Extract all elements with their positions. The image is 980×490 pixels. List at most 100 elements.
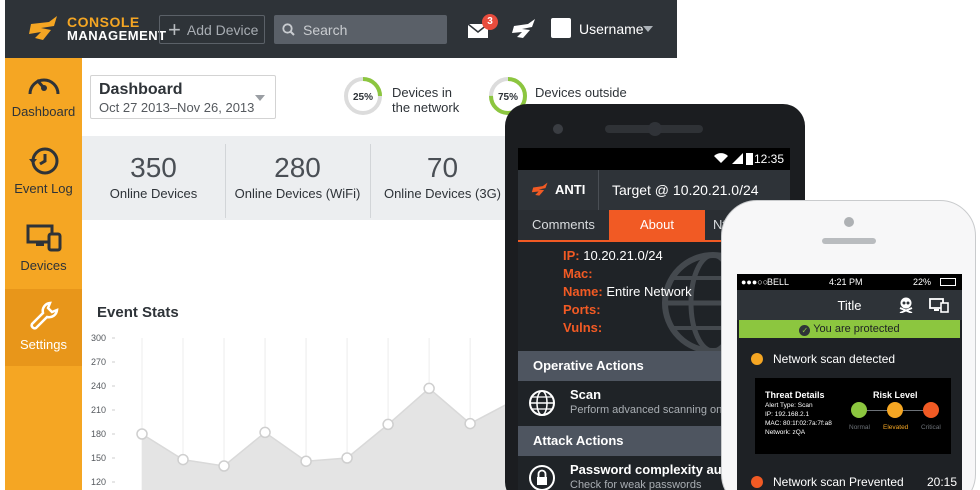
risk-normal-dot	[851, 402, 867, 418]
stat-online-3g: 70 Online Devices (3G)	[370, 136, 515, 220]
carrier-label: BELL	[767, 277, 790, 287]
threat-mac: MAC: 80:1f:02:7a:7f:a8	[765, 420, 832, 427]
detail-value: 10.20.21.0/24	[583, 248, 663, 263]
stat-label: Online Devices (WiFi)	[234, 186, 361, 201]
data-point[interactable]	[218, 460, 230, 472]
devices-icon[interactable]	[929, 298, 949, 313]
search-placeholder: Search	[303, 21, 348, 38]
ring2-caption: Devices outside	[535, 85, 627, 100]
detail-mac: Mac:	[563, 266, 593, 281]
dashboard-date-select[interactable]: Dashboard Oct 27 2013–Nov 26, 2013	[90, 75, 276, 119]
logo-line2: MANAGEMENT	[67, 28, 167, 43]
y-tick-label: 180	[91, 429, 106, 439]
stat-online-wifi: 280 Online Devices (WiFi)	[225, 136, 370, 220]
tab-comments[interactable]: Comments	[532, 210, 595, 240]
y-tick-label: 240	[91, 381, 106, 391]
bird-icon[interactable]	[511, 18, 537, 40]
ring-devices-in: 25%	[344, 77, 382, 115]
detail-name: Name: Entire Network	[563, 284, 692, 299]
sidebar-item-label: Event Log	[14, 181, 73, 196]
signal-dots: ●●●○○	[741, 277, 769, 287]
add-device-button[interactable]: + Add Device	[159, 15, 265, 44]
iphone-clock: 4:21 PM	[829, 277, 863, 287]
history-icon	[28, 147, 58, 175]
stat-value: 70	[426, 152, 459, 183]
ring1-line1: Devices in	[392, 85, 452, 100]
detail-key: Name:	[563, 284, 603, 299]
alert-time: 20:15	[927, 475, 958, 489]
threat-type: Alert Type: Scan	[765, 402, 813, 409]
android-status-bar: 12:35	[518, 148, 790, 170]
sidebar-item-dashboard[interactable]: Dashboard	[5, 58, 82, 135]
avatar[interactable]	[551, 18, 571, 38]
data-point[interactable]	[177, 453, 189, 466]
date-range: Oct 27 2013–Nov 26, 2013	[99, 100, 255, 115]
risk-level-title: Risk Level	[873, 390, 918, 400]
phone-camera	[648, 122, 662, 136]
data-point[interactable]	[423, 382, 435, 395]
battery-icon	[746, 153, 753, 165]
data-point[interactable]	[382, 418, 394, 431]
skull-icon[interactable]	[899, 297, 913, 313]
detail-ports: Ports:	[563, 302, 601, 317]
risk-critical-dot	[923, 402, 939, 418]
stat-value: 350	[130, 152, 177, 183]
ring1-line2: the network	[392, 100, 460, 115]
alert-text: Network scan Prevented	[773, 475, 904, 489]
action-subtitle: Check for weak passwords	[570, 479, 702, 490]
chevron-down-icon[interactable]	[643, 26, 653, 32]
iphone-screen: ●●●○○ BELL 4:21 PM 22% Title ✓ You are p…	[737, 274, 962, 490]
risk-elevated-label: Elevated	[883, 424, 909, 431]
protection-status-text: You are protected	[813, 323, 900, 335]
detail-vulns: Vulns:	[563, 320, 602, 335]
threat-details-title: Threat Details	[765, 390, 825, 400]
data-point[interactable]	[341, 452, 353, 464]
risk-critical-label: Critical	[921, 424, 941, 431]
detail-key: Mac:	[563, 266, 593, 281]
username-label[interactable]: Username	[579, 21, 644, 37]
app-logo[interactable]: CONSOLE MANAGEMENT	[27, 14, 167, 44]
android-clock: 12:35	[753, 152, 784, 166]
detail-key: Vulns:	[563, 320, 603, 335]
detail-key: Ports:	[563, 302, 601, 317]
sidebar-item-devices[interactable]: Devices	[5, 212, 82, 289]
sidebar-item-label: Settings	[20, 337, 67, 352]
check-circle-icon: ✓	[799, 325, 811, 336]
chevron-down-icon	[255, 95, 265, 101]
bird-logo-icon	[531, 182, 548, 196]
alert-text: Network scan detected	[773, 352, 896, 366]
sidebar-item-event-log[interactable]: Event Log	[5, 135, 82, 212]
threat-network: Network: zQA	[765, 429, 806, 436]
tab-about[interactable]: About	[609, 210, 705, 240]
risk-elevated-dot	[887, 402, 903, 418]
stat-value: 280	[274, 152, 321, 183]
plus-icon: +	[168, 16, 181, 42]
protection-status-banner: ✓ You are protected	[739, 320, 960, 338]
bird-logo-icon	[29, 16, 57, 40]
top-navbar: CONSOLE MANAGEMENT + Add Device Search 3	[5, 0, 677, 58]
data-point[interactable]	[464, 417, 476, 430]
data-point[interactable]	[136, 428, 148, 440]
anti-brand-text: ANTI	[555, 182, 586, 197]
risk-normal-label: Normal	[849, 424, 870, 431]
search-input[interactable]: Search	[274, 15, 447, 44]
iphone-status-bar: ●●●○○ BELL 4:21 PM 22%	[737, 274, 962, 290]
detail-value: Entire Network	[606, 284, 692, 299]
detail-ip: IP: 10.20.21.0/24	[563, 248, 663, 263]
anti-logo[interactable]: ANTI	[530, 182, 585, 197]
logo-line1: CONSOLE	[67, 14, 140, 30]
y-tick-label: 270	[91, 357, 106, 367]
event-stats-title: Event Stats	[97, 304, 179, 321]
y-tick-label: 300	[91, 333, 106, 343]
threat-details-card: Threat Details Alert Type: Scan IP: 192.…	[755, 378, 951, 454]
phone-speaker	[822, 238, 876, 244]
sidebar: Dashboard Event Log Devices Settings	[5, 58, 82, 490]
data-point[interactable]	[259, 426, 271, 439]
stat-label: Online Devices	[109, 186, 198, 201]
devices-icon	[26, 224, 61, 252]
y-tick-label: 120	[91, 477, 106, 487]
sidebar-item-settings[interactable]: Settings	[5, 289, 82, 366]
data-point[interactable]	[300, 455, 312, 467]
ring2-line1: Devices outside	[535, 85, 627, 100]
wrench-icon	[29, 301, 58, 330]
